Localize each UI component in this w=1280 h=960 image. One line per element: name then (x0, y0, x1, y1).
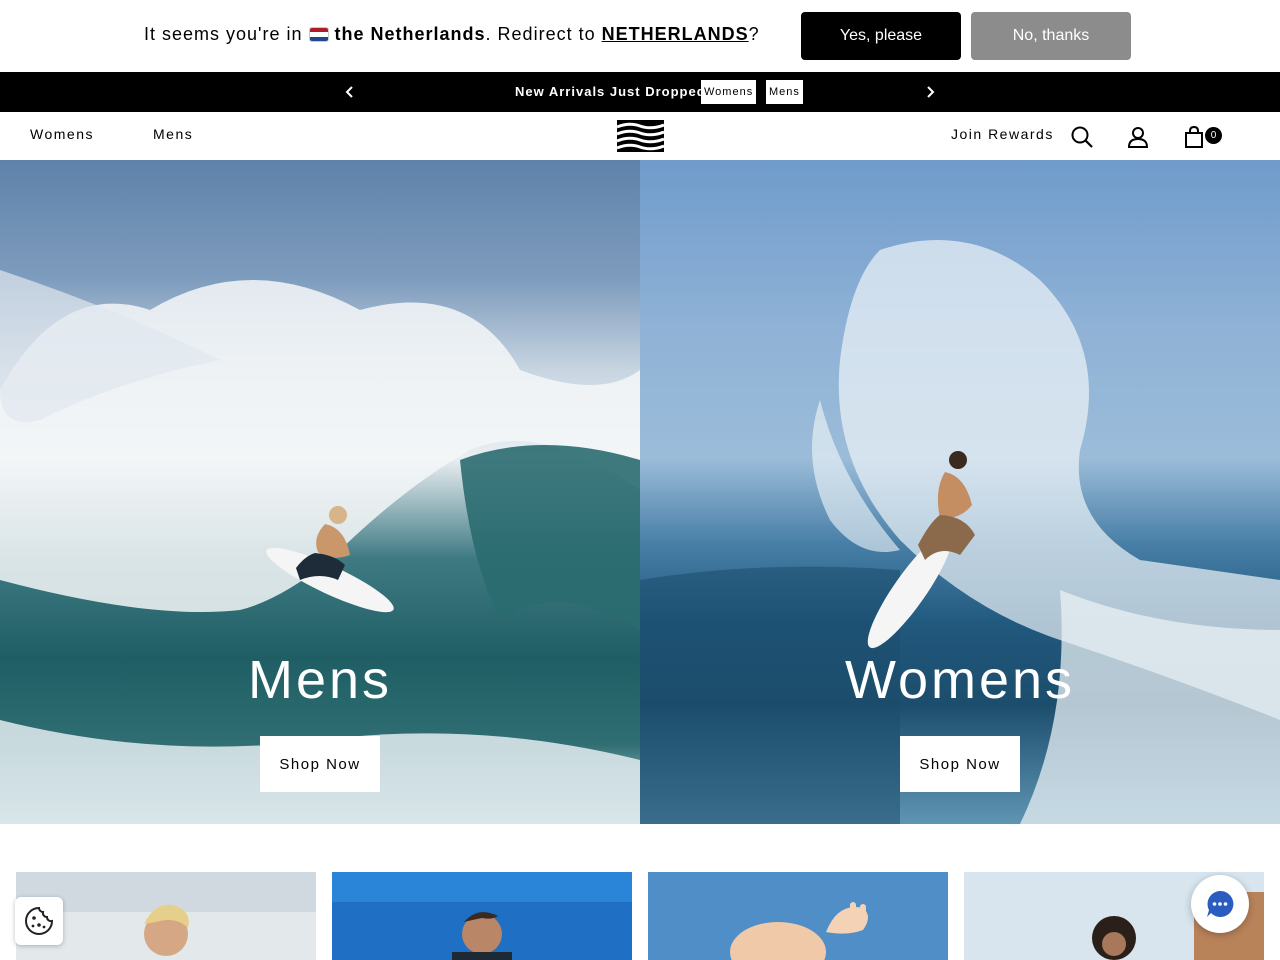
redirect-target-link[interactable]: NETHERLANDS (602, 24, 749, 44)
mens-surfer-image (0, 270, 640, 824)
geo-text-middle: . Redirect to (485, 24, 596, 44)
geo-redirect-message: It seems you're in the Netherlands. Redi… (144, 22, 760, 46)
hero-mens-panel[interactable]: Mens Shop Now (0, 160, 640, 824)
category-image-2 (332, 872, 632, 960)
announcement-link-womens[interactable]: Womens (701, 80, 757, 104)
announcement-message: New Arrivals Just Dropped (515, 84, 706, 99)
announcement-bar: New Arrivals Just Dropped Womens Mens (0, 72, 1280, 112)
redirect-no-button[interactable]: No, thanks (971, 12, 1131, 60)
search-icon[interactable] (1070, 125, 1094, 149)
chat-launcher-button[interactable] (1191, 875, 1249, 933)
join-rewards-link[interactable]: Join Rewards (951, 126, 1054, 142)
cookie-settings-button[interactable] (15, 897, 63, 945)
bag-icon[interactable] (1182, 125, 1206, 149)
nav-mens[interactable]: Mens (153, 126, 193, 142)
chevron-left-icon[interactable] (340, 82, 360, 102)
geo-redirect-banner: It seems you're in the Netherlands. Redi… (0, 0, 1280, 72)
womens-surfer-image (640, 240, 1280, 824)
hero-womens-title: Womens (844, 650, 1076, 710)
category-tile[interactable] (332, 872, 632, 960)
category-tile[interactable] (648, 872, 948, 960)
current-country: the Netherlands (334, 24, 486, 44)
netherlands-flag-icon (308, 27, 329, 42)
category-image-3 (648, 872, 948, 960)
hero-mens-title: Mens (247, 650, 393, 710)
shop-now-womens-button[interactable]: Shop Now (900, 736, 1020, 792)
chevron-right-icon[interactable] (920, 82, 940, 102)
chat-icon (1207, 890, 1234, 917)
geo-text-prefix: It seems you're in (144, 24, 303, 44)
billabong-logo[interactable] (617, 120, 664, 152)
announcement-link-mens[interactable]: Mens (766, 80, 803, 104)
site-header: Womens Mens Join Rewards 0 (0, 112, 1280, 160)
shop-now-mens-button[interactable]: Shop Now (260, 736, 380, 792)
redirect-yes-button[interactable]: Yes, please (801, 12, 961, 60)
cart-count-badge: 0 (1205, 127, 1222, 144)
geo-text-suffix: ? (748, 24, 760, 44)
hero-womens-panel[interactable]: Womens Shop Now (640, 160, 1280, 824)
cookie-icon (25, 906, 54, 935)
account-icon[interactable] (1126, 125, 1150, 149)
nav-womens[interactable]: Womens (30, 126, 94, 142)
